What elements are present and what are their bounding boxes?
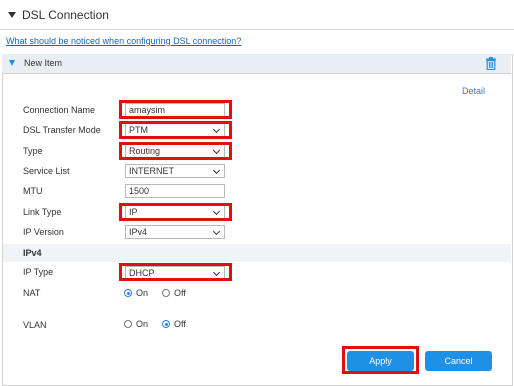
section-header[interactable]: DSL Connection — [8, 8, 109, 22]
expand-triangle-icon — [9, 60, 15, 66]
ip-version-label: IP Version — [23, 227, 64, 237]
service-list-select[interactable]: INTERNET — [125, 164, 225, 178]
nat-radio-group: On Off — [124, 288, 186, 298]
ip-type-label: IP Type — [23, 267, 54, 277]
panel-title: New Item — [24, 58, 63, 68]
ip-version-select[interactable]: IPv4 — [125, 225, 225, 239]
highlight-box — [119, 121, 232, 139]
link-type-label: Link Type — [23, 207, 62, 217]
vlan-on-radio[interactable] — [124, 320, 132, 328]
section-title: DSL Connection — [22, 8, 109, 22]
highlight-box — [119, 263, 232, 281]
connection-name-label: Connection Name — [23, 105, 96, 115]
detail-link[interactable]: Detail — [462, 86, 485, 96]
mtu-value: 1500 — [129, 186, 150, 196]
ip-version-value: IPv4 — [129, 227, 148, 237]
service-list-label: Service List — [23, 166, 70, 176]
nat-on-label: On — [136, 288, 149, 298]
highlight-box — [119, 203, 232, 221]
highlight-box — [119, 142, 232, 160]
ipv4-section-band — [3, 244, 511, 262]
nat-off-label: Off — [174, 288, 186, 298]
collapse-triangle-icon — [8, 12, 16, 18]
cancel-button[interactable]: Cancel — [425, 351, 492, 371]
chevron-down-icon — [212, 166, 221, 175]
new-item-panel — [2, 54, 513, 386]
divider — [0, 29, 514, 30]
ipv4-heading: IPv4 — [23, 248, 42, 258]
chevron-down-icon — [212, 227, 221, 236]
panel-header[interactable]: New Item — [2, 54, 511, 74]
vlan-off-radio[interactable] — [162, 320, 171, 328]
vlan-radio-group: On Off — [124, 319, 186, 329]
vlan-label: VLAN — [23, 320, 47, 330]
dsl-transfer-mode-label: DSL Transfer Mode — [23, 125, 101, 135]
nat-off-radio[interactable] — [162, 289, 171, 297]
vlan-on-label: On — [136, 319, 149, 329]
apply-button[interactable]: Apply — [347, 351, 414, 371]
trash-icon[interactable] — [485, 57, 497, 70]
nat-on-radio[interactable] — [124, 289, 132, 297]
service-list-value: INTERNET — [129, 166, 174, 176]
highlight-box — [119, 100, 232, 119]
nat-label: NAT — [23, 288, 41, 298]
type-label: Type — [23, 146, 43, 156]
mtu-label: MTU — [23, 186, 43, 196]
mtu-input[interactable]: 1500 — [125, 184, 225, 198]
vlan-off-label: Off — [174, 319, 186, 329]
help-link[interactable]: What should be noticed when configuring … — [6, 36, 241, 46]
